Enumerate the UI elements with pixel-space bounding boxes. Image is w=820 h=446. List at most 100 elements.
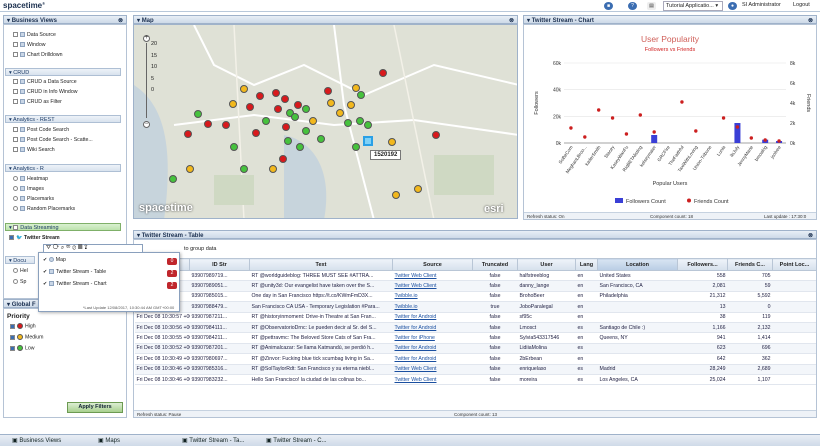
section-header-data-streaming[interactable]: ▾ Data Streaming — [5, 223, 121, 231]
column-header[interactable]: Source — [392, 258, 473, 271]
search-icon[interactable]: ⌕ — [61, 245, 64, 251]
zoom-slider[interactable]: + − — [141, 35, 150, 130]
priority-high[interactable]: High — [10, 323, 43, 334]
table-row[interactable]: Fri Dec 08 10:30:57 +00...93907987211...… — [134, 312, 816, 323]
nav-item[interactable]: Post Code Search - Scatte... — [13, 137, 93, 147]
map-marker-medium[interactable] — [327, 99, 335, 107]
column-header[interactable]: ID Str — [189, 258, 250, 271]
table-cell[interactable]: Twibble.io — [392, 291, 473, 303]
table-row[interactable]: +00...93907985015...One day in San Franc… — [134, 291, 816, 303]
task-maps[interactable]: ▣ Maps — [94, 436, 124, 446]
section-header-crud[interactable]: ▾ CRUD — [5, 68, 121, 76]
map-marker-high[interactable] — [246, 103, 254, 111]
table-cell[interactable]: Twibble.io — [392, 301, 473, 313]
table-cell[interactable]: Twitter for iPhone — [392, 332, 473, 344]
map-marker-medium[interactable] — [229, 100, 237, 108]
logout-link[interactable]: Logout — [793, 2, 810, 8]
map-marker-medium[interactable] — [414, 185, 422, 193]
table-row[interactable]: +00...93907988479...San Francisco CA USA… — [134, 301, 816, 313]
map-marker-high[interactable] — [432, 131, 440, 139]
selected-marker[interactable] — [363, 136, 373, 146]
map-marker-low[interactable] — [302, 105, 310, 113]
map-marker-medium[interactable] — [309, 117, 317, 125]
map-marker-low[interactable] — [317, 135, 325, 143]
apply-filters-button[interactable]: Apply Filters — [67, 402, 123, 413]
table-row[interactable]: Fri Dec 08 10:30:49 +00...93907980697...… — [134, 353, 816, 365]
map-marker-high[interactable] — [274, 105, 282, 113]
nav-item[interactable]: Wiki Search — [13, 147, 93, 157]
nav-item[interactable]: Placemarks — [13, 196, 75, 206]
nav-item[interactable]: CRUD in Info Window — [13, 89, 77, 99]
map-marker-low[interactable] — [240, 165, 248, 173]
column-header[interactable]: Friends C... — [727, 258, 773, 271]
save-icon[interactable]: ■ — [604, 2, 613, 10]
popup-row[interactable]: ✔ Twitter Stream - Chart 2 — [43, 281, 177, 293]
block-icon[interactable]: ⊘ — [72, 245, 76, 251]
map-marker-low[interactable] — [284, 137, 292, 145]
column-header[interactable]: Lang — [575, 258, 598, 271]
refresh-icon[interactable]: ⟳ — [53, 245, 59, 251]
map-marker-medium[interactable] — [347, 101, 355, 109]
map-marker-high[interactable] — [222, 121, 230, 129]
map-marker-low[interactable] — [352, 143, 360, 151]
map-marker-low[interactable] — [169, 175, 177, 183]
map-marker-low[interactable] — [364, 121, 372, 129]
nav-item[interactable]: Chart Drilldown — [13, 52, 62, 62]
table-row[interactable]: +00...93907989051...RT @unity3d: Our eva… — [134, 280, 816, 292]
column-header[interactable]: Location — [597, 258, 678, 271]
table-cell[interactable]: Twitter for Android — [392, 312, 473, 323]
chart-icon[interactable]: ▦ — [78, 245, 83, 251]
priority-medium[interactable]: Medium — [10, 334, 43, 345]
nav-item[interactable]: Window — [13, 42, 62, 52]
map-marker-high[interactable] — [252, 129, 260, 137]
map-marker-high[interactable] — [279, 155, 287, 163]
nav-item[interactable]: CRUD a Data Source — [13, 79, 77, 89]
map-marker-high[interactable] — [282, 123, 290, 131]
map-marker-low[interactable] — [291, 113, 299, 121]
table-cell[interactable]: Twitter for Android — [392, 343, 473, 355]
filter-icon[interactable]: ⛛ — [46, 245, 51, 251]
table-row[interactable]: Fri Dec 08 10:30:52 +00...93907987201...… — [134, 343, 816, 355]
map-marker-low[interactable] — [194, 110, 202, 118]
map-marker-low[interactable] — [344, 119, 352, 127]
doc-item[interactable]: Hel — [13, 268, 28, 274]
nav-item[interactable]: Images — [13, 186, 75, 196]
nav-item[interactable]: Heatmap — [13, 176, 75, 186]
column-header[interactable]: Followers... — [677, 258, 728, 271]
table-row[interactable]: Fri Dec 08 10:30:55 +00...93907984211...… — [134, 332, 816, 344]
task-twitter-chart[interactable]: ▣ Twitter Stream - C... — [262, 436, 331, 446]
map-marker-low[interactable] — [357, 91, 365, 99]
table-cell[interactable]: Twitter for Android — [392, 322, 473, 334]
zoom-in-button[interactable]: + — [143, 35, 150, 42]
map-marker-low[interactable] — [302, 127, 310, 135]
map-marker-high[interactable] — [379, 69, 387, 77]
close-icon[interactable]: ⊗ — [509, 17, 514, 23]
map-marker-low[interactable] — [230, 143, 238, 151]
application-select[interactable]: Tutorial Applicatio... ▾ — [663, 1, 723, 11]
map-view[interactable]: + − 20 15 10 5 0 1520192 spacetime esri — [133, 24, 518, 219]
column-header[interactable]: Text — [249, 258, 393, 271]
map-marker-low[interactable] — [262, 117, 270, 125]
map-marker-high[interactable] — [204, 120, 212, 128]
column-header[interactable]: Truncated — [472, 258, 518, 271]
table-cell[interactable]: Twitter for Android — [392, 353, 473, 365]
map-marker-high[interactable] — [324, 87, 332, 95]
task-business-views[interactable]: ▣ Business Views — [8, 436, 65, 446]
map-marker-medium[interactable] — [388, 138, 396, 146]
map-marker-high[interactable] — [184, 130, 192, 138]
column-header[interactable]: User — [517, 258, 576, 271]
map-marker-medium[interactable] — [240, 85, 248, 93]
nav-item[interactable]: Post Code Search — [13, 127, 93, 137]
map-marker-low[interactable] — [356, 117, 364, 125]
nav-item[interactable]: CRUD as Filter — [13, 99, 77, 109]
popup-row[interactable]: ✔ Map 0 — [43, 257, 177, 269]
map-marker-high[interactable] — [281, 95, 289, 103]
map-marker-medium[interactable] — [336, 109, 344, 117]
table-row[interactable]: Fri Dec 08 10:30:46 +00...93907985316...… — [134, 364, 816, 375]
doc-item[interactable]: Sp — [13, 279, 26, 285]
table-cell[interactable]: Twitter Web Client — [392, 270, 473, 282]
nav-item[interactable]: Data Source — [13, 32, 62, 42]
section-header-docs[interactable]: ▾ Docu — [5, 256, 35, 264]
close-icon[interactable]: ⊗ — [118, 17, 123, 23]
popup-row[interactable]: ✔ Twitter Stream - Table 2 — [43, 269, 177, 281]
